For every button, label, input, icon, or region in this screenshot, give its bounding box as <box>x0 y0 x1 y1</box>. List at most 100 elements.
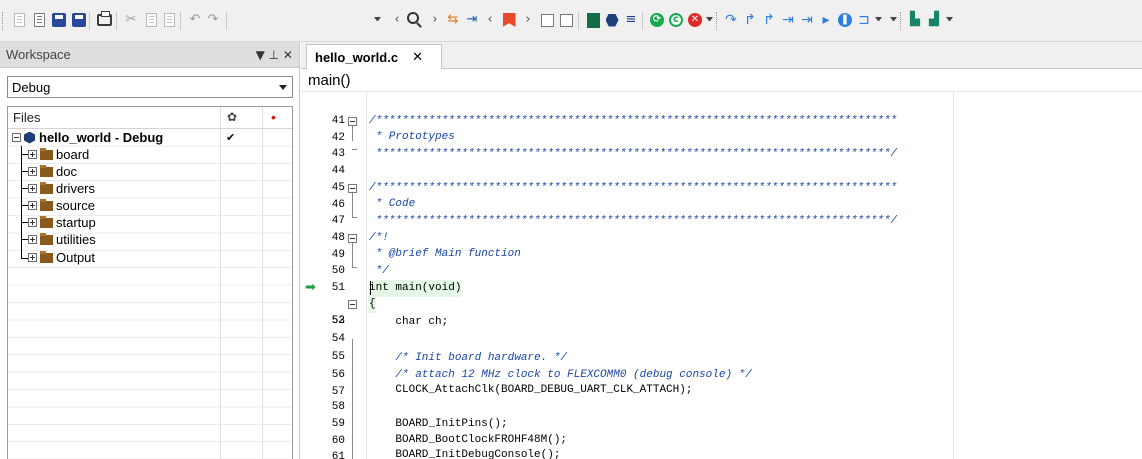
code-line[interactable]: 46 /************************************… <box>301 180 1142 211</box>
next-statement-icon[interactable]: ↱ <box>760 11 778 29</box>
find-next-icon[interactable]: › <box>426 11 444 29</box>
code-line[interactable]: 42 /************************************… <box>301 113 1142 144</box>
fold-toggle-icon[interactable] <box>348 234 357 243</box>
tree-folder-output[interactable]: Output <box>28 249 95 266</box>
panel-tools[interactable]: ▼ ⊥ ✕ <box>256 48 299 62</box>
current-code-line[interactable]: ➡ 52 int main(void) <box>301 280 1142 327</box>
code-line[interactable]: 48 *************************************… <box>301 213 1142 244</box>
collapse-icon[interactable] <box>12 133 21 142</box>
code-line[interactable]: 55 <box>301 332 1142 363</box>
step-out-icon[interactable]: ↱ <box>741 11 759 29</box>
tree-folder-doc[interactable]: doc <box>28 163 77 180</box>
options-icon[interactable]: ✿ <box>227 110 237 124</box>
folder-icon <box>40 165 53 177</box>
fold-toggle-icon[interactable] <box>348 184 357 193</box>
column-divider[interactable] <box>262 107 263 128</box>
tree-folder-board[interactable]: board <box>28 146 89 163</box>
toolbar-grip[interactable] <box>716 12 719 30</box>
folder-icon <box>40 182 53 194</box>
list-icon[interactable]: ≡ <box>622 11 640 29</box>
project-icon <box>24 131 35 144</box>
paste-icon[interactable] <box>160 11 178 29</box>
go-to-icon[interactable]: ⇆ <box>444 11 462 29</box>
chevron-down-icon[interactable] <box>279 85 287 90</box>
toolbar-grip[interactable] <box>2 12 5 30</box>
code-line[interactable]: 44 *************************************… <box>301 146 1142 177</box>
go-icon[interactable]: ⟳ <box>648 11 666 29</box>
expand-icon[interactable] <box>28 218 37 227</box>
step-over-icon[interactable]: ↷ <box>722 11 740 29</box>
code-line[interactable]: 51 */ <box>301 263 1142 294</box>
code-line[interactable]: 41 <box>301 96 1142 127</box>
copy-icon[interactable] <box>142 11 160 29</box>
hex-icon[interactable] <box>603 11 621 29</box>
expand-icon[interactable] <box>28 235 37 244</box>
fold-toggle-icon[interactable] <box>348 117 357 126</box>
break-icon[interactable]: ▸ <box>817 11 835 29</box>
column-divider[interactable] <box>220 107 221 128</box>
reset-icon[interactable]: c <box>667 11 685 29</box>
download-icon[interactable] <box>584 11 602 29</box>
bookmark-icon[interactable] <box>500 11 518 29</box>
tree-folder-utilities[interactable]: utilities <box>28 231 96 248</box>
save-all-icon[interactable] <box>70 11 88 29</box>
call-stack-icon[interactable]: ⊐ <box>855 11 873 29</box>
tree-folder-source[interactable]: source <box>28 197 95 214</box>
code-line[interactable]: 58 CLOCK_AttachClk(BOARD_DEBUG_UART_CLK_… <box>301 382 1142 413</box>
expand-icon[interactable] <box>28 253 37 262</box>
configuration-value: Debug <box>12 79 51 95</box>
find-dropdown-arrow[interactable] <box>374 17 381 21</box>
run-to-cursor-icon[interactable]: ⇥ <box>779 11 797 29</box>
expand-icon[interactable] <box>28 167 37 176</box>
debug-tools-dropdown-arrow[interactable] <box>875 17 882 21</box>
debug-dropdown-arrow[interactable] <box>706 17 713 21</box>
layout-icon[interactable]: ▙ <box>906 11 924 29</box>
code-line[interactable]: 59 <box>301 399 1142 430</box>
tab-hello-world-c[interactable]: hello_world.c ✕ <box>306 44 442 69</box>
code-line[interactable]: 53 { <box>301 296 1142 327</box>
close-icon[interactable]: ✕ <box>412 50 423 65</box>
code-editor[interactable]: 41 42 /*********************************… <box>301 92 1142 459</box>
nav-forward-icon[interactable]: › <box>519 11 537 29</box>
stop-debug-icon[interactable]: ❚ <box>836 11 854 29</box>
toolbar-grip[interactable] <box>900 12 903 30</box>
tree-folder-drivers[interactable]: drivers <box>28 180 95 197</box>
code-line[interactable]: 56 /* Init board hardware. */ <box>301 350 1142 381</box>
stop-icon[interactable]: ✕ <box>686 11 704 29</box>
code-line[interactable]: 60 BOARD_InitPins(); <box>301 416 1142 447</box>
run-to-cursor-icon[interactable]: ⇥ <box>798 11 816 29</box>
toolbar-overflow-arrow[interactable] <box>890 17 897 21</box>
redo-icon[interactable]: ↷ <box>204 11 222 29</box>
code-line[interactable]: 50 * @brief Main function <box>301 246 1142 277</box>
doc-icon[interactable] <box>538 11 556 29</box>
cut-icon[interactable]: ✂ <box>122 11 140 29</box>
project-node[interactable]: hello_world - Debug <box>12 129 163 146</box>
code-line[interactable]: 47 * Code <box>301 196 1142 227</box>
find-icon[interactable] <box>406 11 424 29</box>
code-line[interactable]: 45 <box>301 163 1142 194</box>
code-line[interactable]: 54 char ch; <box>301 314 1142 345</box>
doc-icon[interactable] <box>557 11 575 29</box>
code-line[interactable]: 43 * Prototypes <box>301 129 1142 160</box>
print-icon[interactable] <box>95 11 113 29</box>
save-icon[interactable] <box>50 11 68 29</box>
expand-icon[interactable] <box>28 184 37 193</box>
toolbar-separator <box>180 12 181 30</box>
editor-tab-bar: hello_world.c ✕ <box>301 42 1142 69</box>
find-prev-icon[interactable]: ‹ <box>388 11 406 29</box>
open-file-icon[interactable] <box>30 11 48 29</box>
layout-icon[interactable]: ▟ <box>925 11 943 29</box>
code-line[interactable]: 62 BOARD_InitDebugConsole(); <box>301 447 1142 459</box>
expand-icon[interactable] <box>28 150 37 159</box>
fold-toggle-icon[interactable] <box>348 300 357 309</box>
undo-icon[interactable]: ↶ <box>186 11 204 29</box>
configuration-select[interactable]: Debug <box>7 76 293 98</box>
tree-folder-startup[interactable]: startup <box>28 214 96 231</box>
new-file-icon[interactable] <box>10 11 28 29</box>
layout-dropdown-arrow[interactable] <box>946 17 953 21</box>
expand-icon[interactable] <box>28 201 37 210</box>
step-into-icon[interactable]: ⇥ <box>463 11 481 29</box>
function-navigator[interactable]: main() <box>301 69 1142 92</box>
nav-back-icon[interactable]: ‹ <box>481 11 499 29</box>
code-line[interactable]: 49 /*! <box>301 230 1142 261</box>
